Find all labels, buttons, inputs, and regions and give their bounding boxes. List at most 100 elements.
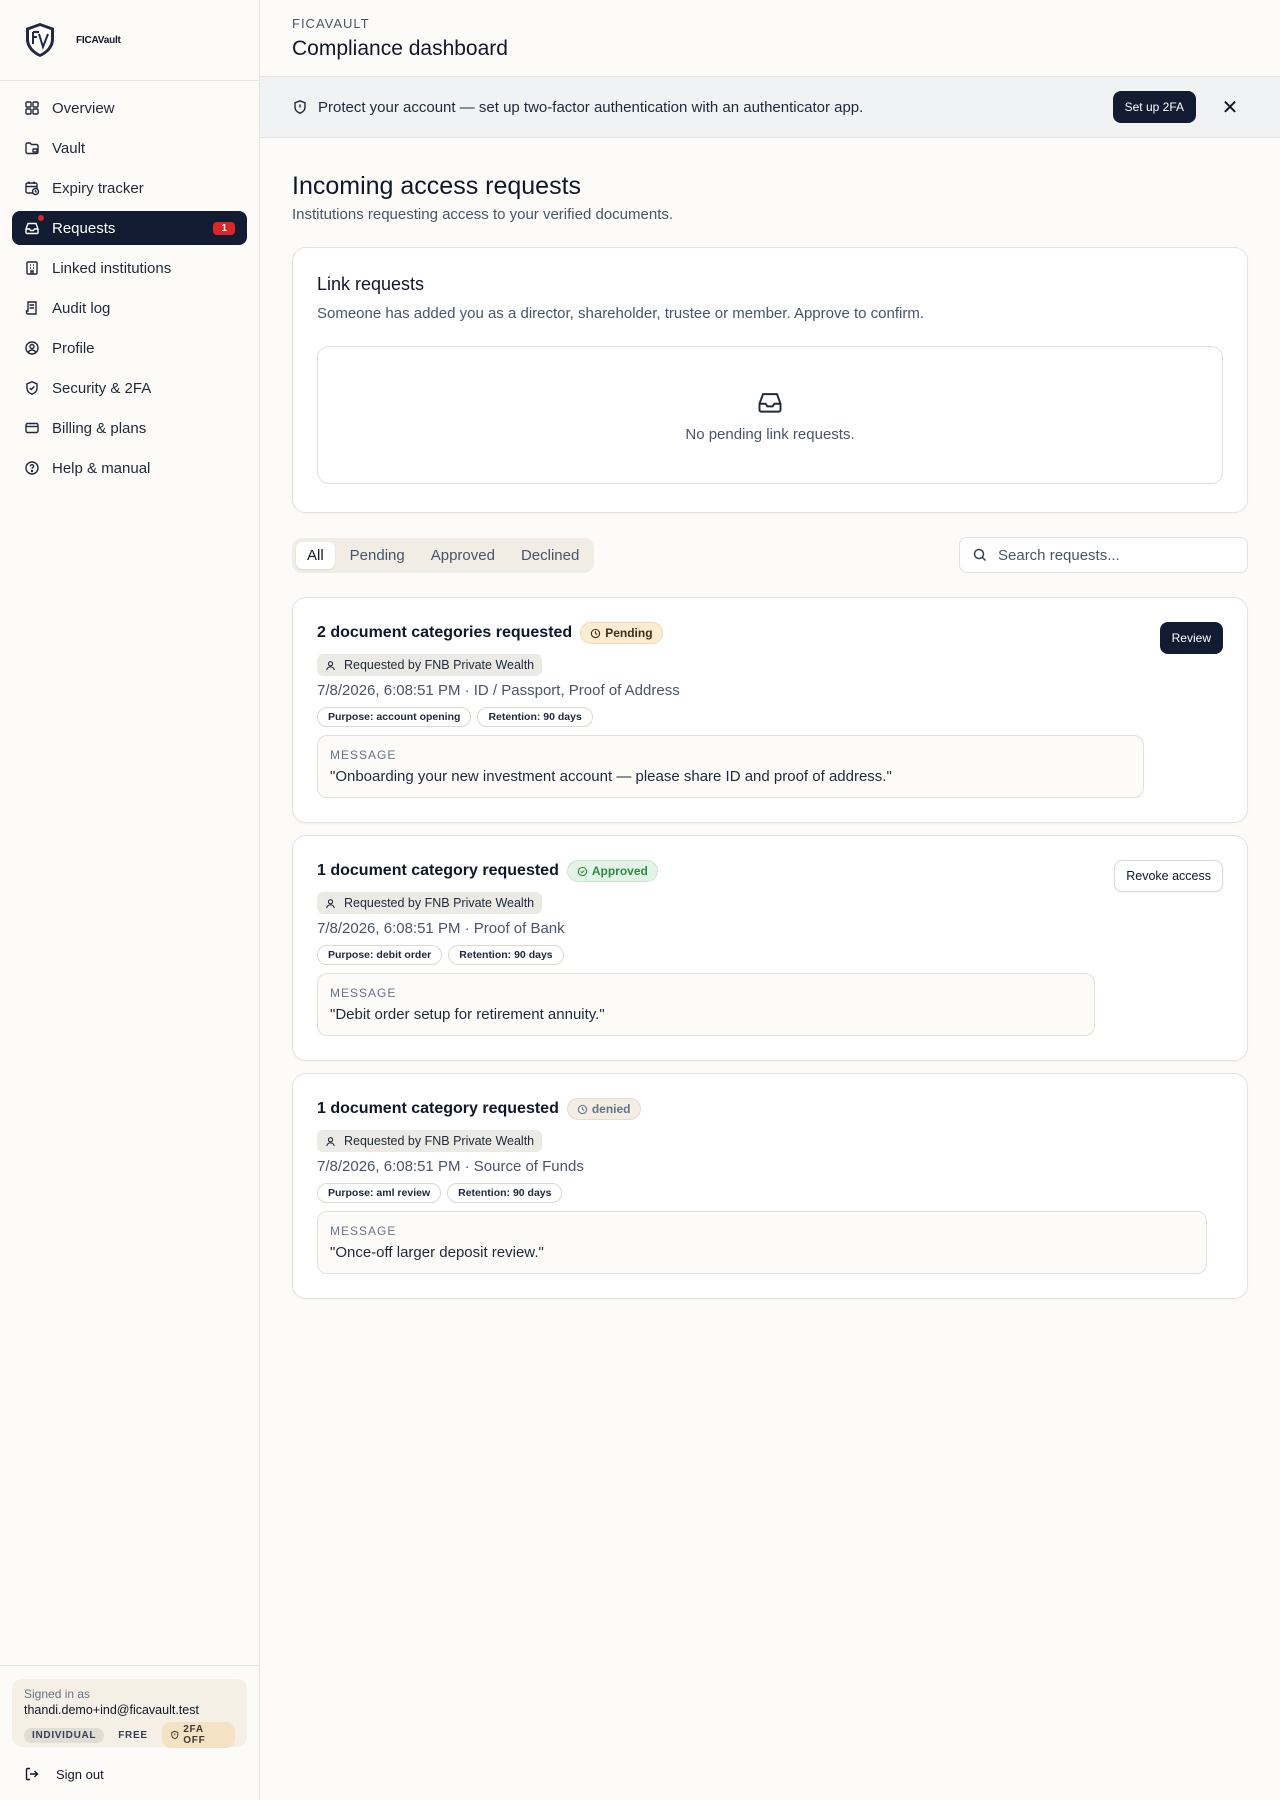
tab-all[interactable]: All: [296, 541, 335, 569]
link-requests-empty-state: No pending link requests.: [317, 346, 1223, 484]
sidebar-item-requests[interactable]: Requests 1: [12, 211, 247, 245]
twofa-status-badge: 2FA OFF: [161, 1722, 235, 1748]
status-text: Approved: [591, 864, 648, 878]
section-subtitle: Institutions requesting access to your v…: [292, 206, 674, 223]
close-icon[interactable]: ✕: [1212, 91, 1248, 123]
sidebar-item-billing[interactable]: Billing & plans: [12, 411, 247, 445]
request-card: 1 document category requested denied Req…: [292, 1073, 1248, 1299]
status-badge: Pending: [580, 622, 663, 644]
header-eyebrow: FICAVAULT: [292, 16, 370, 31]
request-message: MESSAGE "Debit order setup for retiremen…: [317, 973, 1095, 1036]
sidebar-item-vault[interactable]: Vault: [12, 131, 247, 165]
sidebar-item-profile[interactable]: Profile: [12, 331, 247, 365]
link-requests-card: Link requests Someone has added you as a…: [292, 247, 1248, 513]
empty-state-text: No pending link requests.: [685, 425, 855, 443]
sign-out-label: Sign out: [56, 1766, 104, 1782]
tab-declined[interactable]: Declined: [510, 542, 590, 569]
request-action: Revoke access: [1114, 860, 1223, 892]
request-tags: Purpose: debit order Retention: 90 days: [317, 945, 1223, 965]
sign-out-button[interactable]: Sign out: [24, 1766, 104, 1782]
shield-check-icon: [26, 381, 38, 395]
sidebar: FICAVault Overview Vault Expiry tracker …: [0, 0, 260, 1800]
inbox-icon: [758, 392, 782, 413]
request-card: 1 document category requested Approved R…: [292, 835, 1248, 1061]
top-header: FICAVAULT Compliance dashboard: [260, 0, 1280, 77]
sidebar-item-label: Security & 2FA: [52, 379, 152, 397]
message-label: MESSAGE: [330, 986, 397, 1000]
revoke-access-button[interactable]: Revoke access: [1114, 860, 1223, 892]
purpose-tag: Purpose: debit order: [317, 945, 443, 965]
account-type-badge: INDIVIDUAL: [24, 1727, 105, 1743]
request-header: 2 document categories requested Pending: [317, 622, 1223, 644]
page-title: Compliance dashboard: [292, 37, 508, 60]
request-message: MESSAGE "Once-off larger deposit review.…: [317, 1211, 1207, 1274]
sidebar-item-label: Linked institutions: [52, 259, 172, 277]
request-action: Review: [1159, 622, 1223, 654]
sidebar-item-linked-institutions[interactable]: Linked institutions: [12, 251, 247, 285]
sign-out-icon: [25, 1767, 39, 1781]
main-area: FICAVAULT Compliance dashboard Protect y…: [260, 0, 1280, 1800]
user-pills: INDIVIDUAL FREE 2FA OFF: [24, 1722, 235, 1748]
requester-name: Requested by FNB Private Wealth: [344, 658, 535, 672]
help-circle-icon: [25, 461, 39, 475]
credit-card-icon: [25, 422, 39, 434]
request-tags: Purpose: aml review Retention: 90 days: [317, 1183, 1223, 1203]
brand-name: FICAVault: [76, 34, 121, 46]
message-text: "Once-off larger deposit review.": [330, 1244, 544, 1261]
retention-tag: Retention: 90 days: [447, 1183, 563, 1203]
request-title: 1 document category requested: [317, 862, 559, 879]
search-box: [959, 537, 1248, 573]
request-tags: Purpose: account opening Retention: 90 d…: [317, 707, 1223, 727]
message-text: "Debit order setup for retirement annuit…: [330, 1006, 605, 1023]
status-filter-tabs: All Pending Approved Declined: [292, 537, 595, 573]
link-requests-title: Link requests: [317, 274, 425, 294]
status-text: Pending: [605, 626, 653, 640]
request-title: 2 document categories requested: [317, 624, 573, 641]
twofa-banner: Protect your account — set up two-factor…: [260, 77, 1280, 138]
request-message: MESSAGE "Onboarding your new investment …: [317, 735, 1144, 798]
message-text: "Onboarding your new investment account …: [330, 768, 892, 785]
user-circle-icon: [25, 341, 39, 355]
shield-alert-icon: [171, 1730, 178, 1740]
request-card: 2 document categories requested Pending …: [292, 597, 1248, 823]
sidebar-item-label: Billing & plans: [52, 419, 147, 437]
requests-toolbar: All Pending Approved Declined: [292, 537, 1248, 573]
message-label: MESSAGE: [330, 1224, 397, 1238]
folder-lock-icon: [25, 142, 39, 155]
sidebar-item-help[interactable]: Help & manual: [12, 451, 247, 485]
request-title: 1 document category requested: [317, 1100, 559, 1117]
search-icon: [973, 548, 987, 562]
user-icon: [326, 660, 335, 670]
shield-logo-icon: [26, 23, 54, 57]
sidebar-item-label: Vault: [52, 139, 86, 157]
review-button[interactable]: Review: [1159, 622, 1223, 654]
requester-name: Requested by FNB Private Wealth: [344, 896, 535, 910]
tab-pending[interactable]: Pending: [339, 542, 416, 569]
retention-tag: Retention: 90 days: [477, 707, 593, 727]
sidebar-item-security[interactable]: Security & 2FA: [12, 371, 247, 405]
requester-chip: Requested by FNB Private Wealth: [317, 654, 543, 676]
shield-alert-icon: [294, 100, 306, 114]
twofa-status-text: 2FA OFF: [183, 1724, 206, 1746]
requests-count-badge: 1: [213, 221, 235, 235]
sidebar-item-label: Overview: [52, 99, 115, 117]
requester-chip: Requested by FNB Private Wealth: [317, 892, 543, 914]
requests-content: Incoming access requests Institutions re…: [260, 138, 1280, 1299]
request-header: 1 document category requested Approved: [317, 860, 1223, 882]
sidebar-item-overview[interactable]: Overview: [12, 91, 247, 125]
brand[interactable]: FICAVault: [0, 0, 259, 81]
request-header: 1 document category requested denied: [317, 1098, 1223, 1120]
sidebar-item-label: Expiry tracker: [52, 179, 144, 197]
message-label: MESSAGE: [330, 748, 397, 762]
sidebar-item-audit-log[interactable]: Audit log: [12, 291, 247, 325]
search-input[interactable]: [998, 546, 1235, 564]
setup-2fa-button[interactable]: Set up 2FA: [1112, 91, 1196, 123]
status-badge: Approved: [566, 860, 658, 882]
tab-approved[interactable]: Approved: [420, 542, 506, 569]
requester-name: Requested by FNB Private Wealth: [344, 1134, 535, 1148]
purpose-tag: Purpose: account opening: [317, 707, 472, 727]
inbox-icon: [25, 222, 39, 235]
sidebar-item-expiry-tracker[interactable]: Expiry tracker: [12, 171, 247, 205]
requester-chip: Requested by FNB Private Wealth: [317, 1130, 543, 1152]
sidebar-nav: Overview Vault Expiry tracker Requests 1…: [0, 81, 259, 501]
